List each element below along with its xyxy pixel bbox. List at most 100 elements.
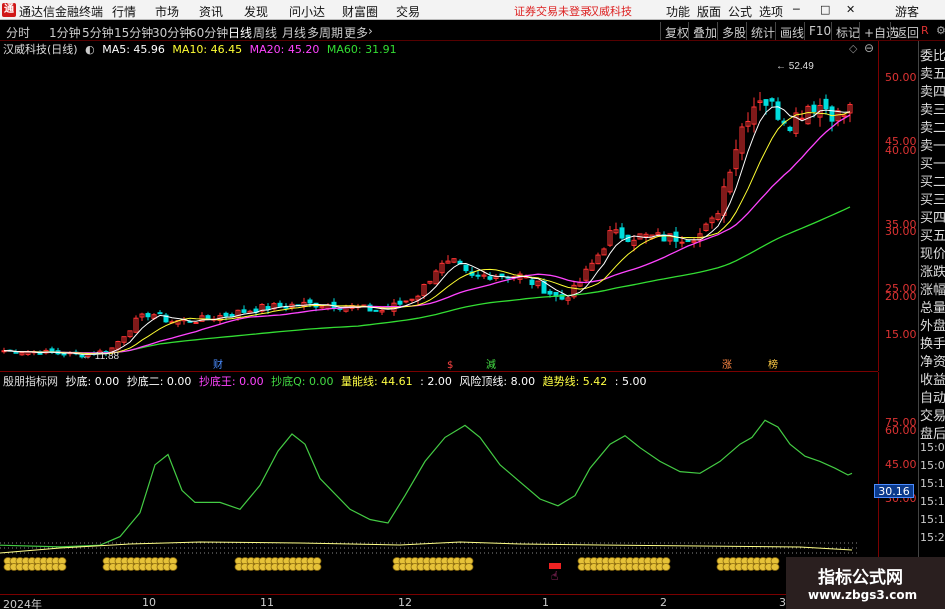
side-tab-3[interactable]: 卖三: [920, 99, 945, 118]
candle: [619, 227, 625, 239]
main-legend: 汉威科技(日线) ◐ MA5: 45.96 MA10: 46.45 MA20: …: [0, 41, 401, 57]
date-axis: 2024年 10 11 12 1 2 3: [0, 594, 878, 609]
side-tab-6[interactable]: 买一: [920, 153, 945, 172]
ind-item-0: 抄底: 0.00: [65, 375, 120, 388]
date-tick: 2024年: [3, 598, 42, 609]
ma5-line: [3, 106, 851, 355]
side-settings-icon[interactable]: ⚙: [936, 24, 945, 37]
period-tick[interactable]: 分时: [6, 24, 30, 41]
menu-fortune[interactable]: 财富圈: [342, 3, 378, 20]
menu-market[interactable]: 行情: [112, 3, 136, 20]
side-tab-8[interactable]: 买三: [920, 189, 945, 208]
side-tab-19[interactable]: 自动: [920, 387, 945, 406]
watermark-url: www.zbgs3.com: [808, 588, 918, 602]
menu-ask[interactable]: 问小达: [289, 3, 325, 20]
ind-item-7: 趋势线: 5.42: [542, 375, 608, 388]
diamond-icon[interactable]: ◇: [849, 42, 857, 55]
side-top-label[interactable]: R: [921, 24, 929, 37]
side-tab-20[interactable]: 交易: [920, 405, 945, 424]
menu-bar: 通 通达信金融终端 行情 市场 资讯 发现 问小达 财富圈 交易 证券交易未登录…: [0, 0, 945, 20]
zoom-out-icon[interactable]: ⊖: [864, 41, 874, 55]
bottom-coin-marker: [312, 563, 322, 571]
side-tab-0[interactable]: 委比: [920, 45, 945, 64]
side-tab-21[interactable]: 盘后: [920, 423, 945, 442]
candle: [547, 290, 553, 295]
candle: [397, 300, 403, 305]
side-tab-4[interactable]: 卖二: [920, 117, 945, 136]
menu-markets[interactable]: 市场: [155, 3, 179, 20]
candle: [145, 313, 151, 318]
period-daily[interactable]: 日线: [228, 24, 252, 41]
side-tab-23[interactable]: 15:08: [920, 459, 945, 472]
side-tab-12[interactable]: 涨跌: [920, 261, 945, 280]
side-tab-2[interactable]: 卖四: [920, 81, 945, 100]
side-tab-14[interactable]: 总量: [920, 297, 945, 316]
price-tick: 40.00: [885, 144, 917, 157]
period-30min[interactable]: 30分钟: [152, 24, 191, 41]
watermark-title: 指标公式网: [818, 568, 903, 588]
candle: [475, 274, 481, 277]
ma20-label: MA20: 45.20: [249, 43, 320, 56]
side-tab-27[interactable]: 15:25: [920, 531, 945, 544]
menu-options[interactable]: 选项: [759, 3, 783, 20]
side-tab-25[interactable]: 15:13: [920, 495, 945, 508]
candle: [823, 98, 829, 110]
event-marker[interactable]: 榜: [768, 358, 778, 371]
side-tab-7[interactable]: 买二: [920, 171, 945, 190]
legend-toggle-icon[interactable]: ◐: [85, 43, 95, 56]
side-tab-5[interactable]: 卖一: [920, 135, 945, 154]
candle: [787, 126, 793, 132]
side-tab-17[interactable]: 净资: [920, 351, 945, 370]
candle: [193, 321, 199, 324]
ma20-line: [3, 114, 851, 354]
side-tab-22[interactable]: 15:00: [920, 441, 945, 454]
maximize-button[interactable]: □: [820, 3, 830, 16]
menu-function[interactable]: 功能: [666, 3, 690, 20]
candle: [277, 302, 283, 307]
candlestick-chart[interactable]: ← 52.49 ← 11.88 财 $ 減 涨 榜: [0, 41, 878, 371]
menu-discover[interactable]: 发现: [244, 3, 268, 20]
side-tab-1[interactable]: 卖五: [920, 63, 945, 82]
event-marker[interactable]: 财: [213, 358, 223, 371]
back-button[interactable]: 返回: [890, 22, 923, 40]
indicator-chart[interactable]: ☝: [0, 372, 878, 594]
period-monthly[interactable]: 月线: [282, 24, 306, 41]
period-multi[interactable]: 多周期: [307, 24, 343, 41]
price-tick: 50.00: [885, 71, 917, 84]
stock-notice: 汉威科技: [588, 5, 632, 18]
menu-formula[interactable]: 公式: [728, 3, 752, 20]
period-15min[interactable]: 15分钟: [114, 24, 153, 41]
side-tab-24[interactable]: 15:11: [920, 477, 945, 490]
indicator-legend: 殷朋指标网 抄底: 0.00 抄底二: 0.00 抄底王: 0.00 抄底Q: …: [0, 373, 650, 389]
indicator-name-label: 殷朋指标网: [3, 375, 58, 388]
side-tab-16[interactable]: 换手: [920, 333, 945, 352]
side-tab-9[interactable]: 买四: [920, 207, 945, 226]
menu-news[interactable]: 资讯: [199, 3, 223, 20]
menu-trade[interactable]: 交易: [396, 3, 420, 20]
candle: [205, 315, 211, 320]
period-5min[interactable]: 5分钟: [82, 24, 114, 41]
side-tab-18[interactable]: 收益: [920, 369, 945, 388]
period-weekly[interactable]: 周线: [253, 24, 277, 41]
guest-user[interactable]: 游客: [895, 3, 919, 20]
stock-name-label: 汉威科技(日线): [3, 43, 78, 56]
event-marker[interactable]: 減: [486, 358, 496, 371]
candle: [403, 300, 409, 303]
event-marker[interactable]: 涨: [722, 359, 732, 371]
side-tab-11[interactable]: 现价: [920, 243, 945, 262]
date-tick: 2: [660, 596, 667, 609]
period-60min[interactable]: 60分钟: [189, 24, 228, 41]
period-more[interactable]: 更多: [344, 24, 368, 41]
side-tab-10[interactable]: 买五: [920, 225, 945, 244]
price-axis: 50.00 45.00 40.00 35.00 30.00 25.00 20.0…: [878, 41, 918, 371]
side-tab-26[interactable]: 15:19: [920, 513, 945, 526]
period-1min[interactable]: 1分钟: [49, 24, 81, 41]
side-tab-13[interactable]: 涨幅: [920, 279, 945, 298]
close-button[interactable]: ✕: [846, 3, 855, 16]
side-tab-15[interactable]: 外盘: [920, 315, 945, 334]
menu-layout[interactable]: 版面: [697, 3, 721, 20]
date-tick: 11: [260, 596, 274, 609]
ind-item-3: 抄底Q: 0.00: [271, 375, 334, 388]
minimize-button[interactable]: ─: [793, 3, 800, 16]
event-marker[interactable]: $: [447, 360, 453, 371]
